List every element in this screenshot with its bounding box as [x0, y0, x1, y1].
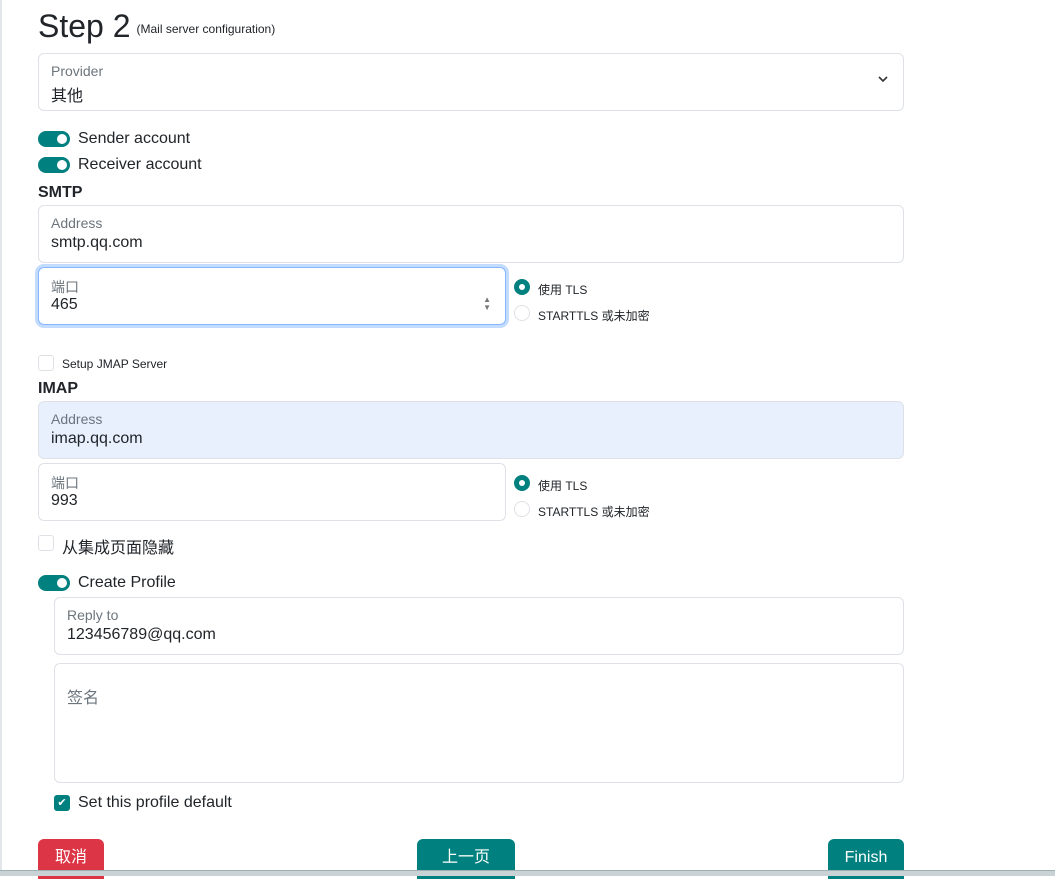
chevron-down-icon — [877, 72, 889, 88]
hide-label: 从集成页面隐藏 — [62, 540, 175, 557]
default-profile-label: Set this profile default — [78, 794, 232, 811]
smtp-port-field[interactable]: 端口 465 ▲ ▼ — [38, 267, 506, 325]
imap-heading: IMAP — [38, 380, 78, 397]
imap-starttls-label: STARTTLS 或未加密 — [538, 505, 650, 519]
imap-port-field[interactable]: 端口 993 — [38, 463, 506, 521]
imap-tls-label: 使用 TLS — [538, 479, 588, 493]
imap-address-label: Address — [51, 411, 103, 427]
imap-port-value: 993 — [51, 492, 78, 509]
sender-account-label: Sender account — [78, 130, 191, 147]
smtp-address-value: smtp.qq.com — [51, 234, 143, 251]
smtp-tls-label: 使用 TLS — [538, 283, 588, 297]
provider-label: Provider — [51, 63, 104, 79]
page-subtitle: (Mail server configuration) — [136, 21, 276, 36]
left-border — [0, 0, 2, 876]
jmap-label: Setup JMAP Server — [62, 357, 168, 371]
smtp-address-field[interactable]: Address smtp.qq.com — [38, 205, 904, 263]
imap-starttls-radio[interactable] — [514, 501, 530, 517]
page-title: Step 2 (Mail server configuration) — [38, 8, 276, 44]
imap-port-label: 端口 — [51, 475, 79, 491]
reply-to-value: 123456789@qq.com — [67, 626, 216, 643]
provider-select[interactable]: Provider 其他 — [38, 53, 904, 111]
bottom-scrollbar — [0, 870, 1055, 876]
sender-account-toggle[interactable] — [38, 131, 70, 147]
smtp-heading: SMTP — [38, 184, 83, 201]
signature-placeholder: 签名 — [67, 690, 100, 707]
receiver-account-toggle[interactable] — [38, 157, 70, 173]
create-profile-toggle[interactable] — [38, 575, 70, 591]
signature-textarea[interactable]: 签名 — [54, 663, 904, 783]
create-profile-label: Create Profile — [78, 574, 176, 591]
spinner-icon[interactable]: ▲ ▼ — [483, 296, 491, 312]
smtp-starttls-radio[interactable] — [514, 305, 530, 321]
reply-to-field[interactable]: Reply to 123456789@qq.com — [54, 597, 904, 655]
imap-tls-radio[interactable] — [514, 475, 530, 491]
smtp-port-label: 端口 — [51, 279, 79, 295]
default-profile-checkbox[interactable]: ✔ — [54, 795, 70, 811]
smtp-tls-radio[interactable] — [514, 279, 530, 295]
jmap-checkbox[interactable] — [38, 355, 54, 371]
reply-to-label: Reply to — [67, 607, 119, 623]
provider-value: 其他 — [51, 88, 84, 105]
receiver-account-label: Receiver account — [78, 156, 202, 173]
smtp-starttls-label: STARTTLS 或未加密 — [538, 309, 650, 323]
smtp-port-value: 465 — [51, 296, 78, 313]
imap-address-field[interactable]: Address imap.qq.com — [38, 401, 904, 459]
smtp-address-label: Address — [51, 215, 103, 231]
hide-checkbox[interactable] — [38, 535, 54, 551]
imap-address-value: imap.qq.com — [51, 430, 143, 447]
